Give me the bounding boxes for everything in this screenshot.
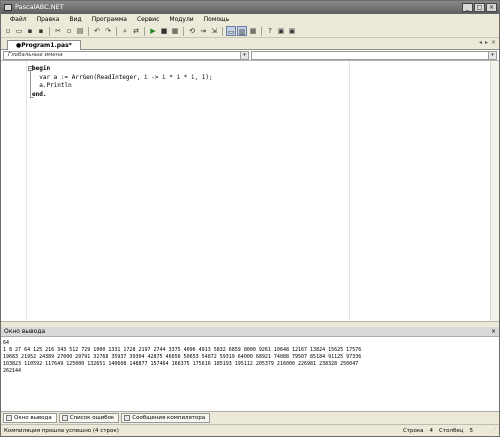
output-line: 19683 21952 24389 27000 29791 32768 3593…	[3, 354, 362, 360]
status-bar: Компиляция прошла успешно (4 строк) Стро…	[1, 424, 499, 436]
editor-gutter	[1, 61, 27, 321]
step-into-icon[interactable]: ⇲	[209, 26, 219, 36]
toolbar-separator	[222, 26, 223, 36]
code-line: var a := ArrGen(ReadInteger, i -> i * i …	[32, 73, 213, 81]
close-button[interactable]: ×	[486, 3, 497, 12]
col-value: 5	[469, 428, 474, 434]
maximize-button[interactable]: □	[474, 3, 485, 12]
run-icon[interactable]: ▶	[148, 26, 158, 36]
toolbar-separator	[49, 26, 50, 36]
save-icon[interactable]: ▪	[25, 26, 35, 36]
toolbar: ▫ ▭ ▪ ▪ ✂ ▫ ▤ ↶ ↷ ⌕ ⇄ ▶ ■ ▦ ⟲ ⇥ ⇲ ▭ ▥ ▦ …	[1, 25, 499, 38]
compile-icon[interactable]: ▦	[170, 26, 180, 36]
bottom-tabs: Окно вывода Список ошибок Сообщения комп…	[1, 411, 499, 424]
stop-icon[interactable]: ■	[159, 26, 169, 36]
resize-grip-icon[interactable]: ⋰	[490, 427, 498, 435]
output-line: 64	[3, 340, 10, 346]
toolbar-separator	[88, 26, 89, 36]
minimize-button[interactable]: _	[462, 3, 473, 12]
col-label: Столбец	[439, 428, 464, 434]
undo-icon[interactable]: ↶	[92, 26, 102, 36]
step-over-icon[interactable]: ⇥	[198, 26, 208, 36]
layout-one-icon[interactable]: ▭	[226, 26, 236, 36]
chevron-down-icon[interactable]: ▾	[488, 52, 496, 59]
menu-edit[interactable]: Правка	[32, 14, 65, 25]
tab-scroll-left-icon[interactable]: ◂	[479, 39, 482, 46]
toolbar-separator	[183, 26, 184, 36]
debug-icon[interactable]: ⟲	[187, 26, 197, 36]
navigation-combos: Глобальные имена ▾ ▾	[1, 50, 499, 61]
output-header: Окно вывода ×	[1, 327, 499, 337]
ide-window: PascalABC.NET _ □ × Файл Правка Вид Прог…	[0, 0, 500, 437]
open-folder-icon[interactable]: ▭	[14, 26, 24, 36]
error-list-icon	[61, 415, 68, 421]
document-tabs: ●Program1.pas* ◂ ▸ ×	[1, 38, 499, 50]
menu-help[interactable]: Помощь	[199, 14, 235, 25]
code-editor[interactable]: − begin var a := ArrGen(ReadInteger, i -…	[1, 61, 499, 321]
replace-icon[interactable]: ⇄	[131, 26, 141, 36]
menu-program[interactable]: Программа	[87, 14, 132, 25]
menu-service[interactable]: Сервис	[132, 14, 164, 25]
row-value: 4	[429, 428, 434, 434]
copy-icon[interactable]: ▫	[64, 26, 74, 36]
output-title: Окно вывода	[4, 328, 46, 335]
output-line: 103823 110592 117649 125000 132651 14060…	[3, 361, 359, 367]
tab-program1[interactable]: ●Program1.pas*	[7, 40, 81, 50]
paste-icon[interactable]: ▤	[75, 26, 85, 36]
tab-close-icon[interactable]: ×	[491, 39, 496, 46]
right-margin-line	[349, 61, 350, 321]
compiler-messages-icon	[124, 415, 131, 421]
navigate-icon[interactable]: ▣	[276, 26, 286, 36]
tab-output-label: Окно вывода	[14, 415, 52, 421]
layout-three-icon[interactable]: ▦	[248, 26, 258, 36]
output-line: 262144	[3, 368, 22, 374]
find-icon[interactable]: ⌕	[120, 26, 130, 36]
window-title: PascalABC.NET	[15, 3, 64, 11]
redo-icon[interactable]: ↷	[103, 26, 113, 36]
cut-icon[interactable]: ✂	[53, 26, 63, 36]
output-line: 1 8 27 64 125 216 343 512 729 1000 1331 …	[3, 347, 362, 353]
save-all-icon[interactable]: ▪	[36, 26, 46, 36]
code-line: begin	[32, 65, 51, 72]
menu-file[interactable]: Файл	[5, 14, 32, 25]
tab-scroll-right-icon[interactable]: ▸	[485, 39, 488, 46]
navigate-icon-2[interactable]: ▣	[287, 26, 297, 36]
toolbar-separator	[144, 26, 145, 36]
tab-compiler-messages-label: Сообщения компилятора	[132, 415, 206, 421]
toolbar-separator	[261, 26, 262, 36]
status-message: Компиляция прошла успешно (4 строк)	[4, 428, 119, 434]
app-icon	[4, 4, 12, 11]
toolbar-separator	[116, 26, 117, 36]
output-icon	[6, 415, 12, 421]
tab-errors[interactable]: Список ошибок	[58, 413, 120, 423]
code-text[interactable]: begin var a := ArrGen(ReadInteger, i -> …	[32, 65, 213, 99]
scope-combo-value: Глобальные имена	[8, 52, 63, 58]
layout-two-icon[interactable]: ▥	[237, 26, 247, 36]
help-icon[interactable]: ?	[265, 26, 275, 36]
menu-modules[interactable]: Модули	[164, 14, 198, 25]
menu-view[interactable]: Вид	[64, 14, 86, 25]
fold-line	[30, 71, 31, 97]
row-label: Строка	[402, 428, 424, 434]
title-bar: PascalABC.NET _ □ ×	[1, 1, 499, 14]
new-file-icon[interactable]: ▫	[3, 26, 13, 36]
member-combo[interactable]: ▾	[251, 51, 497, 60]
tab-output[interactable]: Окно вывода	[3, 413, 57, 423]
close-icon[interactable]: ×	[491, 327, 496, 337]
code-line: end.	[32, 90, 47, 98]
menu-bar: Файл Правка Вид Программа Сервис Модули …	[1, 14, 499, 25]
scope-combo[interactable]: Глобальные имена ▾	[3, 51, 249, 60]
output-window[interactable]: 64 1 8 27 64 125 216 343 512 729 1000 133…	[1, 337, 499, 411]
tab-compiler-messages[interactable]: Сообщения компилятора	[121, 413, 211, 423]
code-line: a.Println	[32, 82, 72, 89]
editor-scrollbar[interactable]	[490, 61, 499, 321]
tab-errors-label: Список ошибок	[69, 415, 115, 421]
chevron-down-icon[interactable]: ▾	[240, 52, 248, 59]
